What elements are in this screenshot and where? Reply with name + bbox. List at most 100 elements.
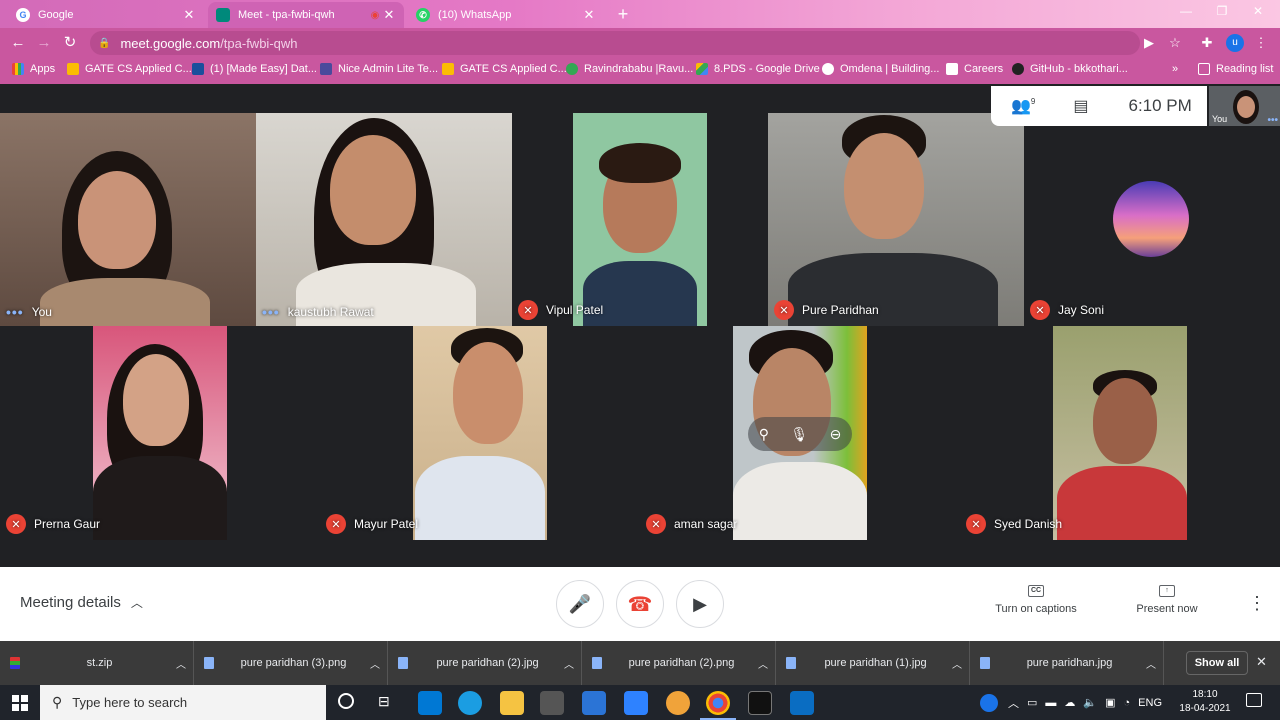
present-now-button[interactable]: ↑ Present now bbox=[1134, 585, 1200, 615]
bookmark-item[interactable]: GATE CS Applied C... bbox=[442, 63, 567, 75]
more-options-icon[interactable]: ⋮ bbox=[1248, 593, 1266, 614]
download-item[interactable]: pure paridhan (3).png ︿ bbox=[194, 641, 388, 685]
wifi-icon[interactable]: ◔ bbox=[1124, 697, 1131, 709]
taskbar-search[interactable]: ⚲ Type here to search bbox=[40, 685, 326, 720]
download-item[interactable]: pure paridhan (2).jpg ︿ bbox=[388, 641, 582, 685]
new-tab-button[interactable]: + bbox=[612, 3, 634, 25]
terminal-icon[interactable] bbox=[748, 691, 772, 715]
bookmark-star-icon[interactable]: ☆ bbox=[1166, 34, 1184, 52]
bookmark-item[interactable]: (1) [Made Easy] Dat... bbox=[192, 63, 317, 75]
participant-tile[interactable]: ✕ Vipul Patel bbox=[512, 113, 768, 326]
forward-icon[interactable]: → bbox=[34, 34, 54, 54]
extensions-icon[interactable]: ✚ bbox=[1198, 34, 1216, 52]
language-indicator[interactable]: ENG bbox=[1138, 697, 1162, 709]
tab-whatsapp[interactable]: ✆ (10) WhatsApp ✕ bbox=[408, 2, 604, 28]
task-view-icon[interactable]: ⊟ bbox=[378, 693, 390, 710]
mic-off-icon: ✕ bbox=[6, 514, 26, 534]
menu-kebab-icon[interactable]: ⋮ bbox=[1252, 34, 1270, 52]
close-tab-icon[interactable]: ✕ bbox=[182, 7, 196, 23]
download-item[interactable]: st.zip ︿ bbox=[0, 641, 194, 685]
onedrive-icon[interactable]: ☁ bbox=[1064, 696, 1075, 709]
microphone-button[interactable]: 🎤 bbox=[556, 580, 604, 628]
windows-start-icon[interactable] bbox=[12, 695, 28, 711]
dropbox-icon[interactable] bbox=[582, 691, 606, 715]
chevron-up-icon[interactable]: ︿ bbox=[363, 656, 387, 671]
participant-tile[interactable]: ✕ Pure Paridhan bbox=[768, 113, 1024, 326]
profile-avatar[interactable]: u bbox=[1226, 34, 1244, 52]
participant-name: Vipul Patel bbox=[546, 303, 604, 317]
bookmark-item[interactable]: GATE CS Applied C... bbox=[67, 63, 192, 75]
minimize-button[interactable]: — bbox=[1168, 4, 1204, 18]
participant-tile[interactable]: ✕ Mayur Patel bbox=[320, 326, 640, 540]
self-view-pip[interactable]: You ••• bbox=[1209, 86, 1280, 126]
participant-nameplate: ✕ Prerna Gaur bbox=[6, 514, 100, 534]
close-tab-icon[interactable]: ✕ bbox=[582, 7, 596, 23]
reading-list-button[interactable]: Reading list bbox=[1198, 63, 1273, 75]
chevron-up-icon[interactable]: ︿ bbox=[945, 656, 969, 671]
participant-tile[interactable]: ••• kaustubh Rawat bbox=[256, 113, 512, 326]
chat-icon[interactable]: ▤ bbox=[1073, 96, 1088, 116]
mute-participant-icon[interactable]: 🎙 bbox=[790, 426, 808, 443]
microphone-icon: 🎤 bbox=[568, 593, 592, 614]
cortana-icon[interactable] bbox=[338, 693, 354, 709]
reload-icon[interactable]: ↻ bbox=[60, 34, 80, 54]
bookmark-apps[interactable]: Apps bbox=[12, 63, 55, 75]
store-icon[interactable] bbox=[540, 691, 564, 715]
show-all-downloads-button[interactable]: Show all bbox=[1186, 651, 1248, 675]
network-icon[interactable]: ▭ bbox=[1027, 696, 1037, 709]
leave-call-button[interactable]: ☎ bbox=[616, 580, 664, 628]
bookmark-item[interactable]: Ravindrababu |Ravu... bbox=[566, 63, 693, 75]
participant-tile-you[interactable]: ••• You bbox=[0, 113, 256, 326]
pin-icon[interactable]: ⚲ bbox=[759, 426, 769, 443]
chrome-icon[interactable] bbox=[706, 691, 730, 715]
chevron-up-icon[interactable]: ︿ bbox=[1139, 656, 1163, 671]
volume-icon[interactable]: 🔈 bbox=[1083, 696, 1097, 709]
taskbar-clock[interactable]: 18:10 18-04-2021 bbox=[1175, 688, 1235, 716]
display-icon[interactable]: ▣ bbox=[1105, 696, 1115, 709]
camera-in-use-icon[interactable]: ▶ bbox=[1140, 34, 1158, 52]
download-item[interactable]: pure paridhan (1).jpg ︿ bbox=[776, 641, 970, 685]
google-drive-icon bbox=[696, 63, 708, 75]
close-tab-icon[interactable]: ✕ bbox=[382, 7, 396, 23]
meet-video-grid: ••• You ••• kaustubh Rawat ✕ Vipul Patel bbox=[0, 84, 1280, 567]
participant-tile[interactable]: ✕ Jay Soni bbox=[1024, 113, 1280, 326]
bookmark-item[interactable]: 8.PDS - Google Drive bbox=[696, 63, 820, 75]
captions-button[interactable]: CC Turn on captions bbox=[992, 585, 1080, 615]
hang-up-icon: ☎ bbox=[627, 593, 653, 616]
tab-google[interactable]: G Google ✕ bbox=[8, 2, 204, 28]
chevron-up-icon[interactable]: ︿ bbox=[751, 656, 775, 671]
chevron-up-icon[interactable]: ︿ bbox=[169, 656, 193, 671]
google-g-icon: G bbox=[16, 8, 30, 22]
bookmark-item[interactable]: Careers bbox=[946, 63, 1003, 75]
vscode-icon[interactable] bbox=[790, 691, 814, 715]
mic-off-icon: ✕ bbox=[518, 300, 538, 320]
close-window-button[interactable]: ✕ bbox=[1240, 4, 1276, 18]
bookmark-item[interactable]: Nice Admin Lite Te... bbox=[320, 63, 438, 75]
address-bar[interactable]: 🔒 meet.google.com/tpa-fwbi-qwh bbox=[90, 31, 1140, 55]
chevron-up-icon[interactable]: ︿ bbox=[557, 656, 581, 671]
download-item[interactable]: pure paridhan (2).png ︿ bbox=[582, 641, 776, 685]
back-icon[interactable]: ← bbox=[8, 34, 28, 54]
more-bookmarks-button[interactable]: » bbox=[1172, 63, 1178, 75]
bookmark-item[interactable]: Omdena | Building... bbox=[822, 63, 939, 75]
app-icon[interactable] bbox=[666, 691, 690, 715]
camera-button[interactable]: ▶ bbox=[676, 580, 724, 628]
file-explorer-icon[interactable] bbox=[500, 691, 524, 715]
close-icon[interactable]: ✕ bbox=[1256, 654, 1267, 670]
people-icon[interactable]: 👥 bbox=[1011, 96, 1031, 116]
azure-data-studio-icon[interactable] bbox=[624, 691, 648, 715]
edge-icon[interactable] bbox=[458, 691, 482, 715]
tab-meet[interactable]: Meet - tpa-fwbi-qwh ◉ ✕ bbox=[208, 2, 404, 28]
help-icon[interactable] bbox=[980, 693, 998, 712]
participant-tile[interactable]: ✕ Syed Danish bbox=[960, 326, 1280, 540]
remove-participant-icon[interactable]: ⊖ bbox=[830, 426, 842, 443]
download-item[interactable]: pure paridhan.jpg ︿ bbox=[970, 641, 1164, 685]
mail-icon[interactable] bbox=[418, 691, 442, 715]
bookmark-item[interactable]: GitHub - bkkothari... bbox=[1012, 63, 1128, 75]
battery-icon[interactable]: ▬ bbox=[1045, 697, 1056, 709]
notifications-icon[interactable] bbox=[1246, 693, 1262, 707]
maximize-button[interactable]: ❐ bbox=[1204, 4, 1240, 18]
chevron-up-icon[interactable]: ︿ bbox=[1008, 695, 1019, 711]
participant-tile[interactable]: ✕ Prerna Gaur bbox=[0, 326, 320, 540]
meeting-details-button[interactable]: Meeting details ︿ bbox=[20, 594, 143, 611]
